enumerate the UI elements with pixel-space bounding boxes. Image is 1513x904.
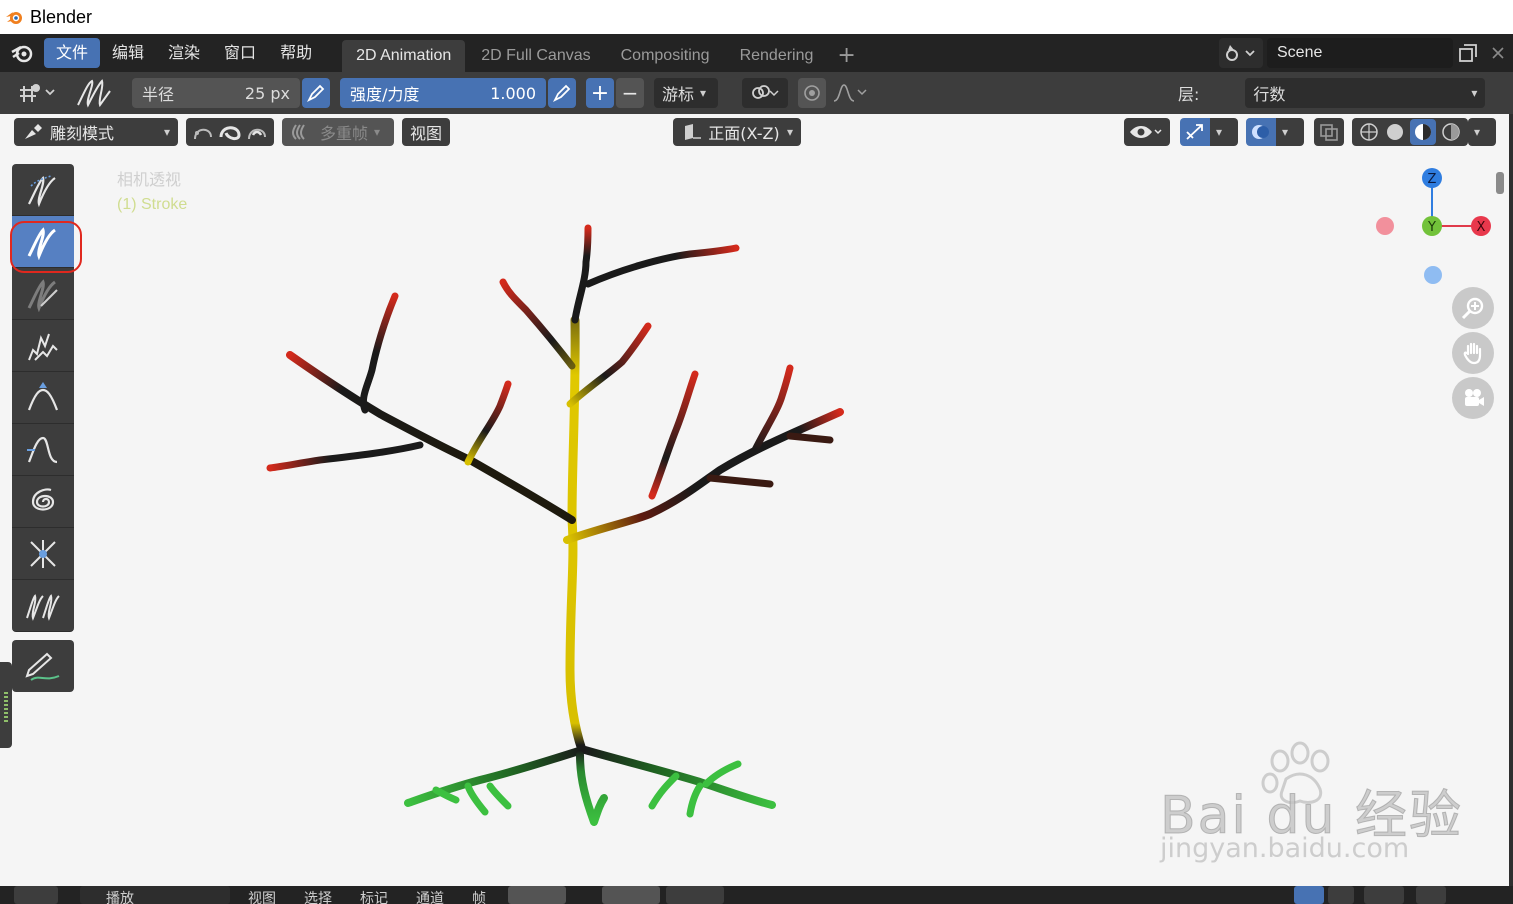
subtract-button[interactable]: − xyxy=(616,78,644,108)
chevron-down-icon: ▾ xyxy=(1471,86,1478,100)
falloff-dropdown[interactable] xyxy=(742,78,788,108)
blender-menu-icon[interactable] xyxy=(0,34,44,72)
strength-value: 1.000 xyxy=(490,83,536,103)
editor-type-icon[interactable] xyxy=(14,78,60,108)
editor-type-icon[interactable] xyxy=(14,886,58,904)
timeline-menu-select[interactable]: 选择 xyxy=(290,886,346,904)
blender-logo-icon xyxy=(0,0,30,34)
timeline-menu-frame[interactable]: 帧 xyxy=(458,886,500,904)
view-all-button[interactable] xyxy=(1328,886,1354,904)
radius-value: 25 px xyxy=(244,83,290,103)
strength-field[interactable]: 强度/力度 1.000 xyxy=(340,78,546,108)
scrollbar-handle[interactable] xyxy=(1496,172,1504,194)
menu-file[interactable]: 文件 xyxy=(44,38,101,68)
strength-pressure-icon[interactable] xyxy=(548,78,576,108)
cursor-dropdown[interactable]: 游标 ▾ xyxy=(654,78,718,108)
tab-2d-animation[interactable]: 2D Animation xyxy=(342,40,466,72)
workspace-tabs: 2D Animation 2D Full Canvas Compositing … xyxy=(342,34,864,72)
snap-buttons[interactable] xyxy=(666,886,724,904)
radius-field[interactable]: 半径 25 px xyxy=(132,78,300,108)
scene-name-field[interactable]: Scene xyxy=(1267,38,1453,68)
radius-label: 半径 xyxy=(142,85,175,104)
layer-dropdown[interactable]: 行数 ▾ xyxy=(1245,78,1486,108)
svg-text:Y: Y xyxy=(1427,220,1436,235)
watermark-url: jingyan.baidu.com xyxy=(1160,833,1410,864)
window-titlebar: Blender xyxy=(0,0,1513,34)
falloff-curve-icon[interactable] xyxy=(830,78,870,108)
menu-edit[interactable]: 编辑 xyxy=(100,38,156,68)
negative-z-axis[interactable] xyxy=(1424,266,1442,284)
layer-value: 行数 xyxy=(1253,85,1286,104)
timeline-menu-marker[interactable]: 标记 xyxy=(346,886,402,904)
timeline-menu-channel[interactable]: 通道 xyxy=(402,886,458,904)
camera-icon[interactable] xyxy=(1452,377,1494,419)
playback-mode-dropdown[interactable]: 播放 xyxy=(80,886,230,904)
menu-render[interactable]: 渲染 xyxy=(156,38,212,68)
viewport-border xyxy=(1509,114,1513,886)
tab-compositing[interactable]: Compositing xyxy=(607,40,724,72)
zoom-icon[interactable] xyxy=(1452,287,1494,329)
blender-topbar: 文件 编辑 渲染 窗口 帮助 2D Animation 2D Full Canv… xyxy=(0,34,1513,72)
tab-2d-full-canvas[interactable]: 2D Full Canvas xyxy=(467,40,604,72)
strength-label: 强度/力度 xyxy=(350,85,420,104)
window-title: Blender xyxy=(30,6,93,27)
scene-selector: Scene xyxy=(1219,38,1513,68)
add-button[interactable]: + xyxy=(586,78,614,108)
play-toggle[interactable] xyxy=(1294,886,1324,904)
keyframe-buttons[interactable] xyxy=(508,886,566,904)
svg-text:Z: Z xyxy=(1428,172,1437,187)
record-button[interactable] xyxy=(1416,886,1446,904)
tool-settings-bar: 半径 25 px 强度/力度 1.000 + − 游标 ▾ 层: 行数 ▾ xyxy=(0,72,1513,114)
playback-buttons[interactable] xyxy=(602,886,660,904)
brush-preview-icon[interactable] xyxy=(74,78,118,108)
scene-browse-icon[interactable] xyxy=(1219,38,1263,68)
filter-button[interactable] xyxy=(1364,886,1404,904)
radius-pressure-icon[interactable] xyxy=(302,78,330,108)
3d-viewport[interactable]: 雕刻模式 ▾ 多重帧 ▾ 视图 正面(X-Z) ▾ ▾ ▾ ▾ 相机透视 (1)… xyxy=(0,114,1509,886)
timeline-header: 播放 视图 选择 标记 通道 帧 xyxy=(0,886,1513,904)
svg-text:X: X xyxy=(1477,220,1486,235)
menu-window[interactable]: 窗口 xyxy=(212,38,268,68)
new-scene-icon[interactable] xyxy=(1453,38,1483,68)
navigation-gizmo[interactable]: Z Y X xyxy=(1360,160,1500,290)
proportional-edit-icon[interactable] xyxy=(798,78,826,108)
menu-help[interactable]: 帮助 xyxy=(268,38,324,68)
chevron-down-icon: ▾ xyxy=(700,86,707,100)
cursor-label: 游标 xyxy=(662,85,695,104)
negative-x-axis[interactable] xyxy=(1376,217,1394,235)
tab-rendering[interactable]: Rendering xyxy=(726,40,828,72)
pan-hand-icon[interactable] xyxy=(1452,332,1494,374)
link-icon xyxy=(752,85,779,99)
timeline-menu-view[interactable]: 视图 xyxy=(234,886,290,904)
add-workspace-button[interactable]: + xyxy=(829,40,863,72)
delete-scene-icon[interactable] xyxy=(1483,38,1513,68)
layer-label: 层: xyxy=(1178,85,1200,104)
